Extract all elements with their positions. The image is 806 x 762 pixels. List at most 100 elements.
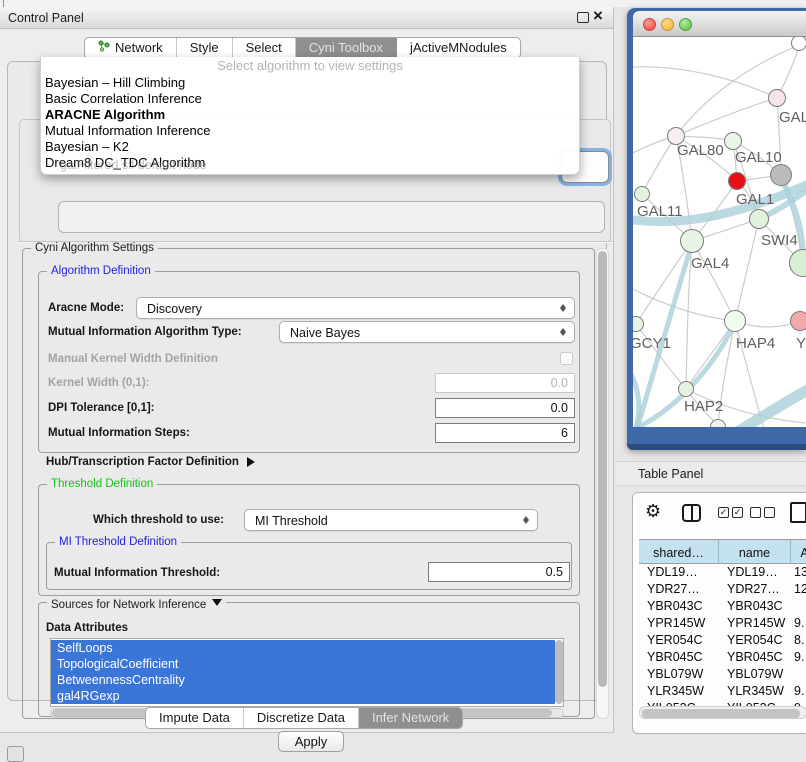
tab-discretize-data[interactable]: Discretize Data xyxy=(244,708,359,728)
dpi-tolerance-field[interactable]: 0.0 xyxy=(435,398,575,418)
table-horizontal-scrollbar[interactable] xyxy=(639,706,806,719)
node-label: Y xyxy=(796,335,806,352)
table-row[interactable]: YER054CYER054C8. xyxy=(639,632,806,649)
dropdown-item-bayesian-hill-climbing[interactable]: Bayesian – Hill Climbing xyxy=(41,75,579,91)
network-node-gal11[interactable] xyxy=(634,186,650,202)
column-header-shared-[interactable]: shared… xyxy=(639,540,719,564)
tab-label: jActiveMNodules xyxy=(410,38,507,58)
node-label: GAL xyxy=(779,109,806,126)
table-cell: YBR043C xyxy=(647,599,703,613)
mi-algorithm-type-combo[interactable]: Naive Bayes xyxy=(279,321,575,343)
table-cell: YBL079W xyxy=(727,667,783,681)
column-header-a[interactable]: A xyxy=(791,540,806,564)
table-row[interactable]: YBR045CYBR045C9. xyxy=(639,649,806,666)
table-row[interactable]: YPR145WYPR145W9. xyxy=(639,615,806,632)
dpi-tolerance-label: DPI Tolerance [0,1]: xyxy=(48,402,155,414)
which-threshold-value: MI Threshold xyxy=(255,514,328,528)
stepper-icon xyxy=(560,301,567,315)
split-columns-icon[interactable] xyxy=(682,504,701,522)
table-body: YDL19…YDL19…13YDR27…YDR27…12YBR043CYBR04… xyxy=(639,564,806,710)
tab-cyni-toolbox[interactable]: Cyni Toolbox xyxy=(296,38,397,58)
tab-select[interactable]: Select xyxy=(233,38,296,58)
sources-group-title: Sources for Network Inference xyxy=(47,596,226,612)
data-attributes-list[interactable]: SelfLoopsTopologicalCoefficientBetweenne… xyxy=(50,638,564,707)
network-canvas[interactable]: GALGAL80GAL10GAL1GAL11SWI4GAL4GCY1HAP4YH… xyxy=(633,37,806,427)
table-panel-title: Table Panel xyxy=(638,467,703,481)
table-row[interactable]: YLR345WYLR345W9. xyxy=(639,683,806,700)
tab-label: Network xyxy=(115,38,163,58)
gear-icon[interactable]: ⚙ xyxy=(645,501,661,521)
node-label: HAP2 xyxy=(684,398,723,415)
dropdown-item-basic-correlation-inference[interactable]: Basic Correlation Inference xyxy=(41,91,579,107)
tab-infer-network[interactable]: Infer Network xyxy=(359,708,462,728)
document-icon[interactable] xyxy=(790,502,806,523)
dropdown-item-bayesian-k2[interactable]: Bayesian – K2 xyxy=(41,139,579,155)
float-window-icon[interactable] xyxy=(577,12,589,23)
settings-group-title: Cyni Algorithm Settings xyxy=(31,242,158,255)
tab-style[interactable]: Style xyxy=(177,38,233,58)
control-panel-titlebar: Control Panel × xyxy=(0,7,613,29)
algorithm-definition-title: Algorithm Definition xyxy=(47,265,155,278)
kernel-width-field[interactable]: 0.0 xyxy=(435,373,575,393)
dropdown-item-mutual-information-inference[interactable]: Mutual Information Inference xyxy=(41,123,579,139)
minimize-traffic-light-icon[interactable] xyxy=(661,18,674,31)
node-label: GCY1 xyxy=(633,335,671,352)
corner-widget-icon[interactable] xyxy=(7,746,24,762)
aracne-mode-combo[interactable]: Discovery xyxy=(136,297,575,319)
mi-threshold-field[interactable]: 0.5 xyxy=(428,562,570,582)
network-data-combo-fragment[interactable] xyxy=(58,201,605,233)
network-node[interactable] xyxy=(770,164,792,186)
hub-definition-expander[interactable]: Hub/Transcription Factor Definition xyxy=(46,456,260,468)
settings-scrollbar-thumb[interactable] xyxy=(598,251,607,687)
expand-right-icon xyxy=(247,457,260,467)
network-node-swi4[interactable] xyxy=(749,209,769,229)
mi-algorithm-type-label: Mutual Information Algorithm Type: xyxy=(48,326,242,338)
table-panel-titlebar: Table Panel xyxy=(616,461,806,486)
tab-network[interactable]: Network xyxy=(85,38,177,58)
desktop-top-strip xyxy=(0,0,806,7)
which-threshold-combo[interactable]: MI Threshold xyxy=(244,509,538,531)
select-all-icon[interactable]: ✓ ✓ xyxy=(718,507,743,518)
manual-kernel-width-checkbox[interactable] xyxy=(560,352,573,365)
table-row[interactable]: YBL079W YBL079W xyxy=(639,666,806,683)
network-node-gal[interactable] xyxy=(768,89,786,107)
table-cell: YBR043C xyxy=(727,599,783,613)
table-row[interactable]: YBR043C YBR043C xyxy=(639,598,806,615)
column-header-name[interactable]: name xyxy=(719,540,791,564)
tab-label: Impute Data xyxy=(159,708,230,728)
zoom-traffic-light-icon[interactable] xyxy=(679,18,692,31)
attribute-list-item[interactable]: TopologicalCoefficient xyxy=(51,656,555,672)
tab-label: Discretize Data xyxy=(257,708,345,728)
network-node-hap4[interactable] xyxy=(724,310,746,332)
window-edge-tick xyxy=(3,0,4,7)
deselect-all-icon[interactable] xyxy=(750,507,775,518)
dropdown-item-aracne-algorithm[interactable]: ARACNE Algorithm xyxy=(41,107,579,123)
tab-jactivemnodules[interactable]: jActiveMNodules xyxy=(397,38,520,58)
list-vertical-scrollbar[interactable] xyxy=(555,640,563,704)
close-traffic-light-icon[interactable] xyxy=(643,18,656,31)
mi-steps-label: Mutual Information Steps: xyxy=(48,427,190,439)
apply-button[interactable]: Apply xyxy=(278,731,344,752)
table-row[interactable]: YDL19…YDL19…13 xyxy=(639,564,806,581)
close-icon[interactable]: × xyxy=(593,6,603,26)
network-node-gal10[interactable] xyxy=(724,132,742,150)
mi-steps-field[interactable]: 6 xyxy=(435,423,575,443)
table-scrollbar-thumb[interactable] xyxy=(642,709,800,718)
network-node-hap2[interactable] xyxy=(678,381,694,397)
attribute-list-item[interactable]: BetweennessCentrality xyxy=(51,672,555,688)
table-cell: YBL079W xyxy=(647,667,703,681)
table-row[interactable]: YDR27…YDR27…12 xyxy=(639,581,806,598)
tab-impute-data[interactable]: Impute Data xyxy=(146,708,244,728)
attribute-list-item[interactable]: SelfLoops xyxy=(51,640,555,656)
network-node-y[interactable] xyxy=(790,311,806,331)
node-label: GAL4 xyxy=(691,255,729,272)
network-node[interactable] xyxy=(791,37,806,51)
attribute-list-item[interactable]: gal4RGexp xyxy=(51,688,555,704)
network-node-gal4[interactable] xyxy=(680,229,704,253)
table-cell: YBR045C xyxy=(647,650,703,664)
window-bottom-shade xyxy=(627,444,806,450)
network-node-gal1[interactable] xyxy=(728,172,746,190)
table-cell: YBR045C xyxy=(727,650,783,664)
table-panel: ⚙ ✓ ✓ shared…nameA YDL19…YDL19…13YDR27…Y… xyxy=(632,492,806,734)
network-window-titlebar[interactable] xyxy=(633,11,806,37)
